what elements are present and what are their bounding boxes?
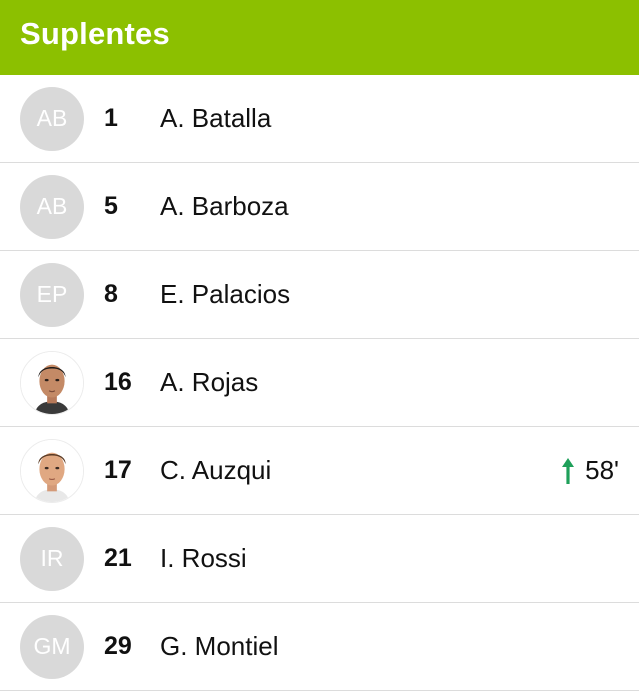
- player-name: A. Rojas: [160, 367, 259, 397]
- avatar-initials: EP: [36, 281, 68, 307]
- player-row[interactable]: IR 21 I. Rossi: [0, 515, 639, 603]
- player-photo: [20, 350, 84, 415]
- player-name: I. Rossi: [160, 543, 247, 573]
- player-row[interactable]: 16 A. Rojas: [0, 339, 639, 427]
- player-photo-auzqui: [21, 439, 83, 502]
- player-number: 21: [104, 544, 132, 572]
- player-photo-rojas: [21, 351, 83, 414]
- player-photo: [20, 438, 84, 503]
- player-number: 8: [104, 280, 118, 308]
- player-name: G. Montiel: [160, 631, 279, 661]
- section-header: Suplentes: [0, 0, 639, 75]
- player-row[interactable]: AB 1 A. Batalla: [0, 75, 639, 163]
- avatar: AB: [20, 174, 84, 239]
- avatar: IR: [20, 526, 84, 591]
- avatar: GM: [20, 614, 84, 679]
- section-title: Suplentes: [20, 15, 170, 51]
- player-name: A. Batalla: [160, 103, 272, 133]
- avatar-initials: IR: [40, 545, 64, 571]
- player-name: E. Palacios: [160, 279, 291, 309]
- player-name: C. Auzqui: [160, 455, 272, 485]
- avatar-initials: GM: [33, 633, 71, 659]
- player-number: 16: [104, 368, 132, 396]
- substitutes-list: AB 1 A. Batalla AB 5 A. Barboza EP 8 E. …: [0, 75, 639, 691]
- avatar-initials: AB: [36, 105, 68, 131]
- player-number: 29: [104, 632, 132, 660]
- substitution-minute: 58': [585, 455, 619, 485]
- player-number: 17: [104, 456, 132, 484]
- avatar: AB: [20, 86, 84, 151]
- avatar: EP: [20, 262, 84, 327]
- player-row[interactable]: GM 29 G. Montiel: [0, 603, 639, 691]
- player-row[interactable]: AB 5 A. Barboza: [0, 163, 639, 251]
- substitution-info: 58': [561, 455, 619, 486]
- arrow-up-icon: [562, 457, 575, 484]
- avatar-initials: AB: [36, 193, 68, 219]
- player-row[interactable]: EP 8 E. Palacios: [0, 251, 639, 339]
- player-row[interactable]: 17 C. Auzqui 58': [0, 427, 639, 515]
- player-number: 1: [104, 104, 118, 132]
- player-number: 5: [104, 192, 118, 220]
- player-name: A. Barboza: [160, 191, 289, 221]
